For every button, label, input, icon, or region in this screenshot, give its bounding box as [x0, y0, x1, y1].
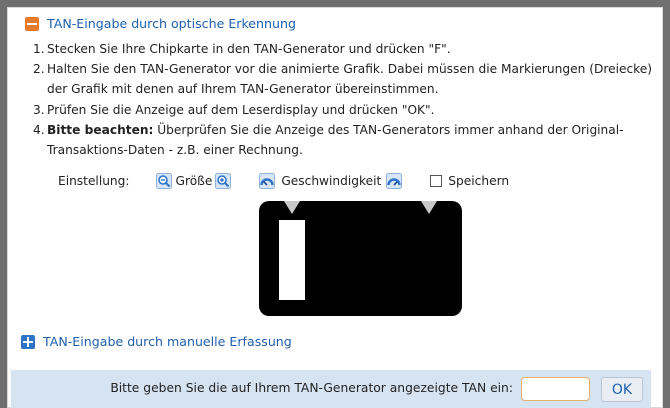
tan-entry-label: Bitte geben Sie die auf Ihrem TAN-Genera… — [110, 381, 513, 395]
instruction-list: 1. Stecken Sie Ihre Chipkarte in den TAN… — [33, 39, 661, 160]
zoom-out-icon[interactable] — [155, 173, 172, 189]
size-label: Größe — [175, 174, 213, 188]
tan-entry-bar: Bitte geben Sie die auf Ihrem TAN-Genera… — [11, 370, 651, 408]
tan-input[interactable] — [521, 377, 590, 401]
flicker-code-display — [259, 201, 462, 316]
zoom-in-icon[interactable] — [215, 173, 232, 189]
settings-row: Einstellung: Größe Geschwindigkeit Speic… — [58, 172, 509, 190]
section-manual-header[interactable]: TAN-Eingabe durch manuelle Erfassung — [21, 334, 292, 349]
flicker-bar — [279, 220, 305, 300]
alignment-marker-right — [421, 201, 437, 214]
save-settings-label[interactable]: Speichern — [448, 174, 509, 188]
alignment-marker-left — [284, 201, 300, 214]
speed-faster-icon[interactable] — [386, 173, 403, 189]
settings-label: Einstellung: — [58, 174, 130, 188]
instruction-step: 2. Halten Sie den TAN-Generator vor die … — [33, 62, 653, 97]
section-optical-title[interactable]: TAN-Eingabe durch optische Erkennung — [47, 16, 296, 31]
tan-panel: TAN-Eingabe durch optische Erkennung 1. … — [7, 7, 663, 408]
instruction-step: 1. Stecken Sie Ihre Chipkarte in den TAN… — [33, 42, 451, 56]
speed-slower-icon[interactable] — [259, 173, 276, 189]
instruction-step: 4. Bitte beachten: Überprüfen Sie die An… — [33, 122, 624, 158]
expand-plus-icon[interactable] — [21, 334, 35, 349]
section-manual-title[interactable]: TAN-Eingabe durch manuelle Erfassung — [43, 334, 292, 349]
collapse-minus-icon[interactable] — [25, 16, 39, 31]
save-settings-checkbox[interactable] — [430, 175, 443, 187]
ok-button[interactable]: OK — [601, 377, 643, 402]
section-optical-header[interactable]: TAN-Eingabe durch optische Erkennung — [25, 16, 296, 31]
instruction-step: 3. Prüfen Sie die Anzeige auf dem Leserd… — [33, 102, 435, 117]
speed-label: Geschwindigkeit — [281, 174, 382, 188]
